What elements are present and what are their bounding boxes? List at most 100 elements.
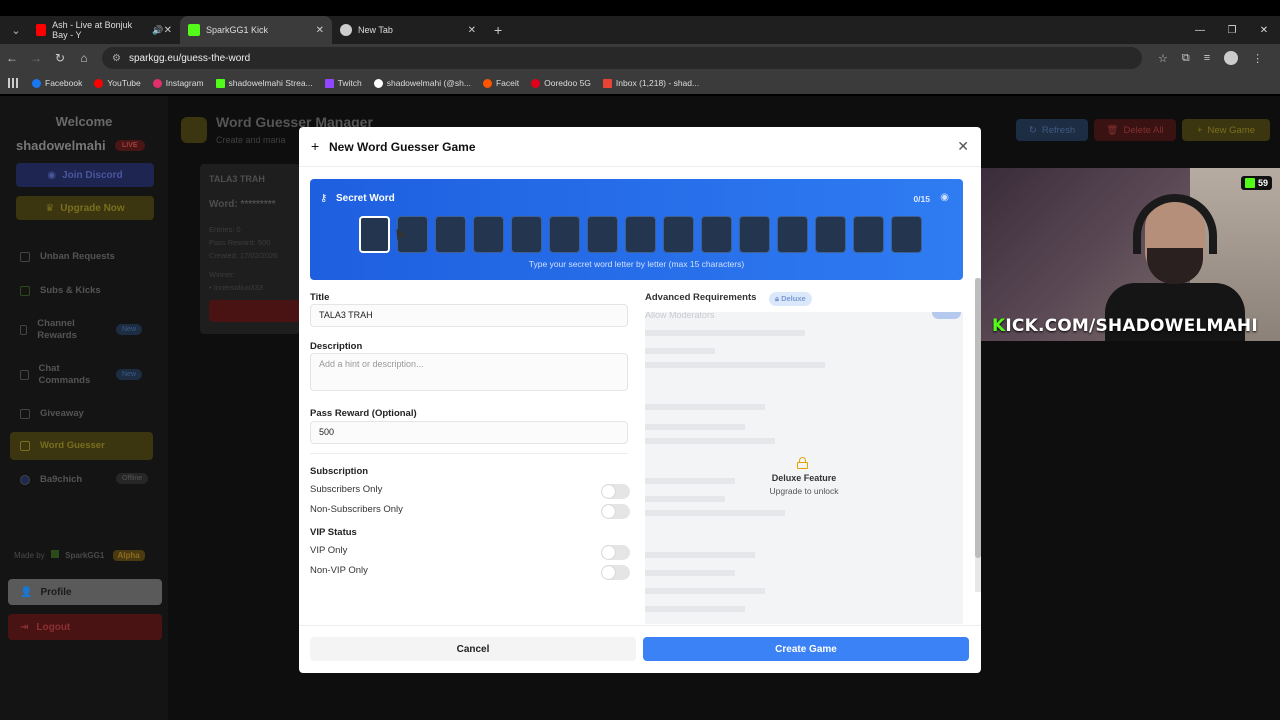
bookmark-tiktok[interactable]: shadowelmahi (@sh... — [373, 78, 471, 88]
profile-button[interactable]: 👤 Profile — [8, 579, 162, 605]
modal-scrollbar[interactable] — [975, 278, 981, 592]
close-icon[interactable]: ✕ — [164, 25, 172, 36]
secret-word-count: 0/15 — [913, 194, 930, 204]
letter-box[interactable] — [815, 216, 846, 253]
close-icon[interactable]: ✕ — [316, 25, 324, 36]
pass-reward-input[interactable]: 500 — [310, 421, 628, 444]
kick-icon — [20, 285, 30, 296]
address-bar[interactable]: ⚙ sparkgg.eu/guess-the-word — [102, 47, 1142, 69]
secret-word-hint: Type your secret word letter by letter (… — [528, 259, 745, 269]
bookmark-twitch[interactable]: Twitch — [324, 78, 362, 88]
bookmark-gmail[interactable]: Inbox (1,218) - shad... — [602, 78, 699, 88]
letter-box[interactable] — [739, 216, 770, 253]
game-card-winner: • Innersoliun333 — [209, 283, 263, 292]
window-controls: — ❐ ✕ — [1184, 16, 1280, 44]
letter-box[interactable] — [587, 216, 618, 253]
letter-box[interactable] — [359, 216, 390, 253]
site-info-icon[interactable]: ⚙ — [112, 53, 121, 64]
sidebar-item-giveaway[interactable]: Giveaway — [20, 408, 84, 419]
kick-icon — [50, 550, 59, 558]
letter-box[interactable] — [549, 216, 580, 253]
sidebar-item-chat-commands[interactable]: Chat Commands — [20, 363, 100, 387]
close-icon[interactable]: ✕ — [468, 25, 476, 36]
delete-all-button[interactable]: 🗑 Delete All — [1094, 119, 1176, 141]
create-game-button[interactable]: Create Game — [643, 637, 969, 661]
bookmarks-bar: Facebook YouTube Instagram shadowelmahi … — [0, 72, 1280, 94]
profile-avatar[interactable] — [1224, 51, 1239, 65]
non-subscribers-only-toggle[interactable] — [601, 504, 630, 519]
blurred-line — [645, 606, 745, 612]
vip-only-row: VIP Only — [310, 545, 630, 561]
restore-icon[interactable]: ❐ — [1216, 25, 1248, 36]
vip-only-toggle[interactable] — [601, 545, 630, 560]
letter-box[interactable] — [853, 216, 884, 253]
close-icon[interactable]: ✕ — [957, 138, 969, 155]
tab-search-icon[interactable]: ⌄ — [4, 19, 28, 41]
logout-button[interactable]: ⇥ Logout — [8, 614, 162, 640]
game-card-delete-button[interactable] — [209, 300, 300, 322]
allow-moderators-label: Allow Moderators — [645, 312, 715, 320]
key-icon: ⚷ — [320, 193, 328, 204]
refresh-icon: ↻ — [1028, 124, 1037, 136]
letter-box[interactable] — [891, 216, 922, 253]
letter-box[interactable] — [435, 216, 466, 253]
bookmark-instagram[interactable]: Instagram — [152, 78, 204, 88]
refresh-button[interactable]: ↻ Refresh — [1016, 119, 1088, 141]
letter-box[interactable] — [777, 216, 808, 253]
apps-grid-icon[interactable] — [8, 78, 18, 88]
upgrade-to-unlock-text: Upgrade to unlock — [769, 486, 839, 496]
new-badge: New — [116, 324, 143, 335]
letter-box[interactable] — [473, 216, 504, 253]
join-discord-button[interactable]: ◉ Join Discord — [16, 163, 154, 187]
letter-box[interactable] — [511, 216, 542, 253]
tab-youtube[interactable]: Ash - Live at Bonjuk Bay - Y 🔊 ✕ — [28, 16, 180, 44]
scrollbar-thumb[interactable] — [975, 278, 981, 558]
forward-icon[interactable]: → — [24, 51, 48, 65]
bookmark-faceit[interactable]: Faceit — [482, 78, 519, 88]
cancel-button[interactable]: Cancel — [310, 637, 636, 661]
home-icon[interactable]: ⌂ — [72, 51, 96, 65]
youtube-icon — [36, 24, 47, 36]
media-icon[interactable]: ≡ — [1204, 52, 1210, 64]
letter-box[interactable] — [701, 216, 732, 253]
subscription-label: Subscription — [310, 466, 369, 477]
bookmark-youtube[interactable]: YouTube — [94, 78, 141, 88]
advanced-requirements-panel: Allow Moderators Deluxe Feature Upgrade … — [645, 312, 963, 624]
speaker-icon: 🔊 — [152, 24, 164, 35]
blurred-line — [645, 348, 715, 354]
new-badge: New — [116, 369, 143, 380]
bookmark-star-icon[interactable]: ☆ — [1158, 52, 1168, 65]
letter-box[interactable] — [663, 216, 694, 253]
subscribers-only-toggle[interactable] — [601, 484, 630, 499]
url-text: sparkgg.eu/guess-the-word — [128, 52, 251, 64]
new-tab-button[interactable]: + — [494, 22, 502, 38]
close-window-icon[interactable]: ✕ — [1248, 25, 1280, 36]
tab-new-tab[interactable]: New Tab ✕ — [332, 16, 484, 44]
sidebar-item-unban-requests[interactable]: Unban Requests — [20, 251, 115, 262]
sidebar-item-word-guesser[interactable]: Word Guesser — [20, 440, 105, 451]
sidebar-item-subs-kicks[interactable]: Subs & Kicks — [20, 285, 101, 296]
bookmark-facebook[interactable]: Facebook — [32, 78, 82, 88]
bookmark-kick-stream[interactable]: shadowelmahi Strea... — [215, 78, 313, 88]
bookmark-ooredoo[interactable]: Ooredoo 5G — [531, 78, 591, 88]
game-card-created: Created: 17/02/2026 — [209, 251, 278, 260]
title-input[interactable]: TALA3 TRAH — [310, 304, 628, 327]
sidebar-item-channel-rewards[interactable]: Channel Rewards — [20, 318, 90, 342]
tab-sparkgg1[interactable]: SparkGG1 Kick ✕ — [180, 16, 332, 44]
upgrade-now-button[interactable]: ♛ Upgrade Now — [16, 196, 154, 220]
extensions-icon[interactable]: ⧉ — [1182, 52, 1190, 65]
non-vip-only-toggle[interactable] — [601, 565, 630, 580]
vip-only-label: VIP Only — [310, 545, 348, 556]
instagram-icon — [152, 78, 162, 88]
reload-icon[interactable]: ↻ — [48, 51, 72, 65]
back-icon[interactable]: ← — [0, 51, 24, 65]
minimize-icon[interactable]: — — [1184, 25, 1216, 36]
new-game-button[interactable]: + New Game — [1182, 119, 1270, 141]
description-input[interactable]: Add a hint or description... — [310, 353, 628, 391]
blurred-line — [645, 588, 765, 594]
menu-icon[interactable]: ⋮ — [1252, 52, 1263, 65]
ba9chich-icon — [20, 474, 30, 485]
letter-box[interactable] — [625, 216, 656, 253]
sidebar-item-ba9chich[interactable]: Ba9chich — [20, 474, 82, 485]
eye-icon[interactable]: ◉ — [940, 192, 949, 203]
